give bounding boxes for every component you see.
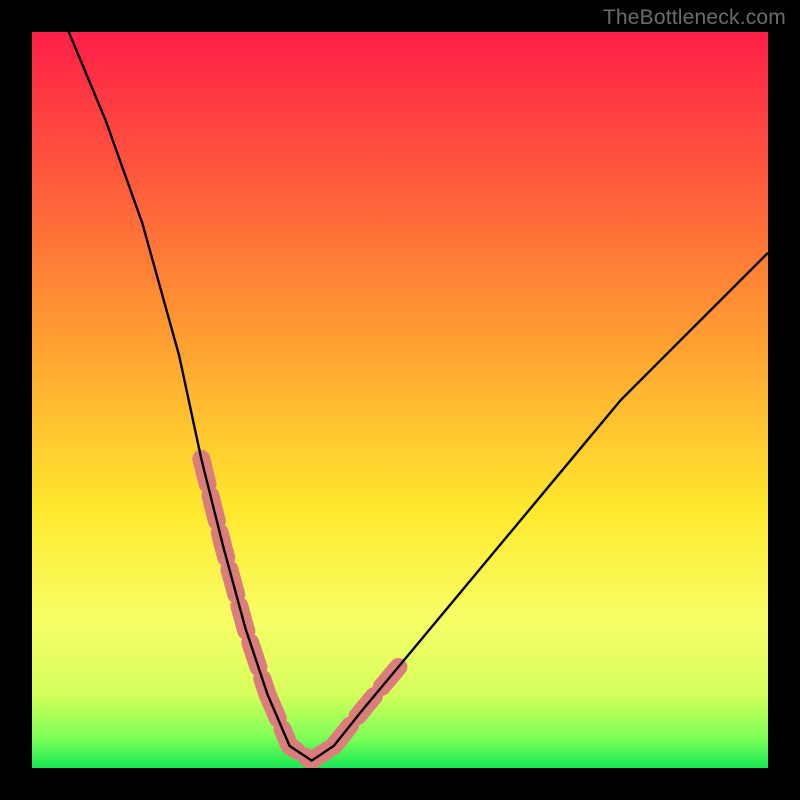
bottleneck-curve [69,32,768,761]
highlight-segment [268,694,334,760]
plot-area [32,32,768,768]
watermark-text: TheBottleneck.com [603,6,786,30]
curve-layer [32,32,768,768]
highlight-segments [201,459,400,761]
chart-container: TheBottleneck.com [0,0,800,800]
